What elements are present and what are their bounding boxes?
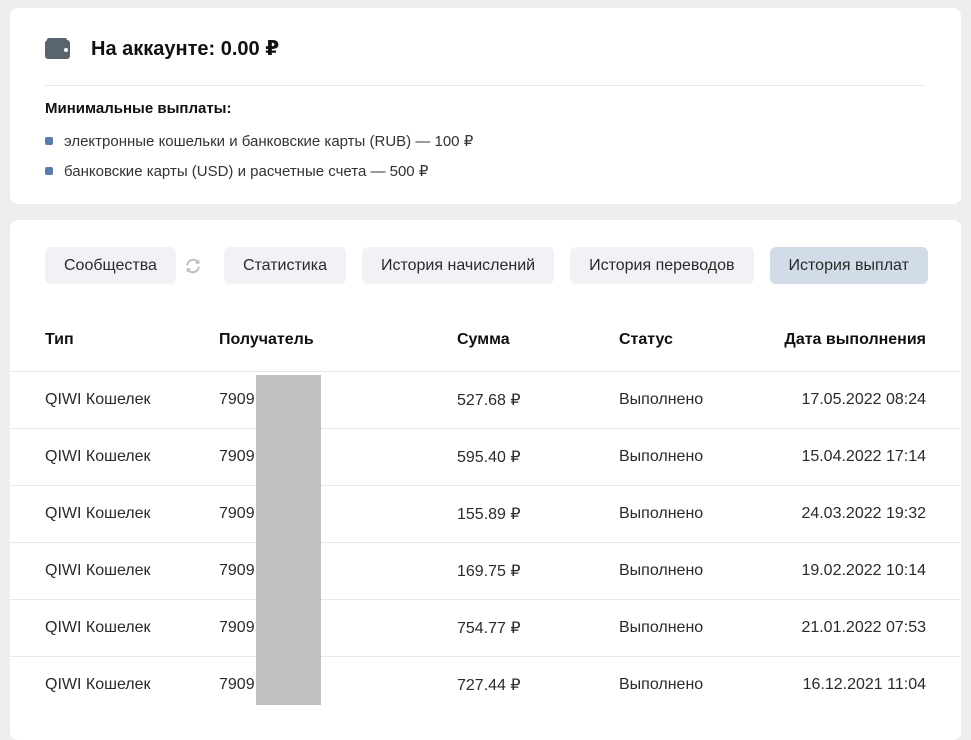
wallet-icon [45, 37, 71, 60]
min-payouts-list: электронные кошельки и банковские карты … [45, 126, 473, 186]
min-payout-item: банковские карты (USD) и расчетные счета… [45, 156, 473, 186]
cell-status: Выполнено [619, 599, 759, 657]
cell-type: QIWI Кошелек [10, 371, 219, 429]
divider [45, 85, 926, 86]
balance-text: На аккаунте: 0.00 ₽ [91, 38, 280, 60]
min-payouts-title: Минимальные выплаты: [45, 100, 232, 117]
table-row: QIWI Кошелек 7909 155.89 ₽ Выполнено 24.… [10, 485, 961, 543]
cell-status: Выполнено [619, 542, 759, 600]
bullet-icon [45, 167, 53, 175]
cell-amount: 754.77 ₽ [457, 599, 619, 657]
tab-statistics[interactable]: Статистика [223, 247, 346, 284]
column-header-date: Дата выполнения [784, 331, 926, 348]
cell-type: QIWI Кошелек [10, 485, 219, 543]
table-row: QIWI Кошелек 7909 754.77 ₽ Выполнено 21.… [10, 599, 961, 657]
table-header-row: Тип Получатель Сумма Статус Дата выполне… [10, 309, 961, 372]
cell-amount: 169.75 ₽ [457, 542, 619, 600]
cell-status: Выполнено [619, 428, 759, 486]
table-row: QIWI Кошелек 7909 595.40 ₽ Выполнено 15.… [10, 428, 961, 486]
cell-amount: 595.40 ₽ [457, 428, 619, 486]
column-header-status: Статус [619, 331, 673, 348]
bullet-icon [45, 137, 53, 145]
cell-type: QIWI Кошелек [10, 656, 219, 713]
refresh-icon[interactable] [184, 257, 202, 275]
redaction-block [256, 375, 321, 705]
column-header-recipient: Получатель [219, 331, 314, 348]
cell-type: QIWI Кошелек [10, 599, 219, 657]
cell-recipient: 7909 [219, 599, 457, 657]
min-payout-text: банковские карты (USD) и расчетные счета… [64, 163, 429, 180]
cell-amount: 527.68 ₽ [457, 371, 619, 429]
cell-type: QIWI Кошелек [10, 542, 219, 600]
cell-recipient: 7909 [219, 371, 457, 429]
cell-recipient: 7909 [219, 542, 457, 600]
cell-amount: 727.44 ₽ [457, 656, 619, 713]
column-header-type: Тип [45, 331, 74, 348]
cell-status: Выполнено [619, 371, 759, 429]
table-row: QIWI Кошелек 7909 727.44 ₽ Выполнено 16.… [10, 656, 961, 713]
account-summary-card: На аккаунте: 0.00 ₽ Минимальные выплаты:… [10, 8, 961, 204]
cell-recipient: 7909 [219, 428, 457, 486]
tab-accruals-history[interactable]: История начислений [361, 247, 555, 284]
table-row: QIWI Кошелек 7909 527.68 ₽ Выполнено 17.… [10, 371, 961, 429]
payout-history-card: Сообщества Статистика История начислений… [10, 220, 961, 740]
cell-recipient: 7909 [219, 485, 457, 543]
account-balance: На аккаунте: 0.00 ₽ [45, 36, 279, 61]
cell-date: 19.02.2022 10:14 [759, 542, 961, 600]
payouts-table: Тип Получатель Сумма Статус Дата выполне… [10, 309, 961, 713]
column-header-amount: Сумма [457, 331, 510, 348]
cell-date: 16.12.2021 11:04 [759, 656, 961, 713]
cell-date: 21.01.2022 07:53 [759, 599, 961, 657]
table-row: QIWI Кошелек 7909 169.75 ₽ Выполнено 19.… [10, 542, 961, 600]
cell-type: QIWI Кошелек [10, 428, 219, 486]
cell-status: Выполнено [619, 656, 759, 713]
cell-status: Выполнено [619, 485, 759, 543]
cell-date: 17.05.2022 08:24 [759, 371, 961, 429]
tab-bar: Сообщества Статистика История начислений… [45, 247, 928, 284]
tab-communities[interactable]: Сообщества [45, 247, 176, 284]
min-payout-text: электронные кошельки и банковские карты … [64, 133, 474, 150]
tab-payouts-history[interactable]: История выплат [769, 247, 928, 284]
cell-date: 24.03.2022 19:32 [759, 485, 961, 543]
cell-date: 15.04.2022 17:14 [759, 428, 961, 486]
cell-amount: 155.89 ₽ [457, 485, 619, 543]
tab-transfers-history[interactable]: История переводов [570, 247, 754, 284]
min-payout-item: электронные кошельки и банковские карты … [45, 126, 473, 156]
cell-recipient: 7909 [219, 656, 457, 713]
